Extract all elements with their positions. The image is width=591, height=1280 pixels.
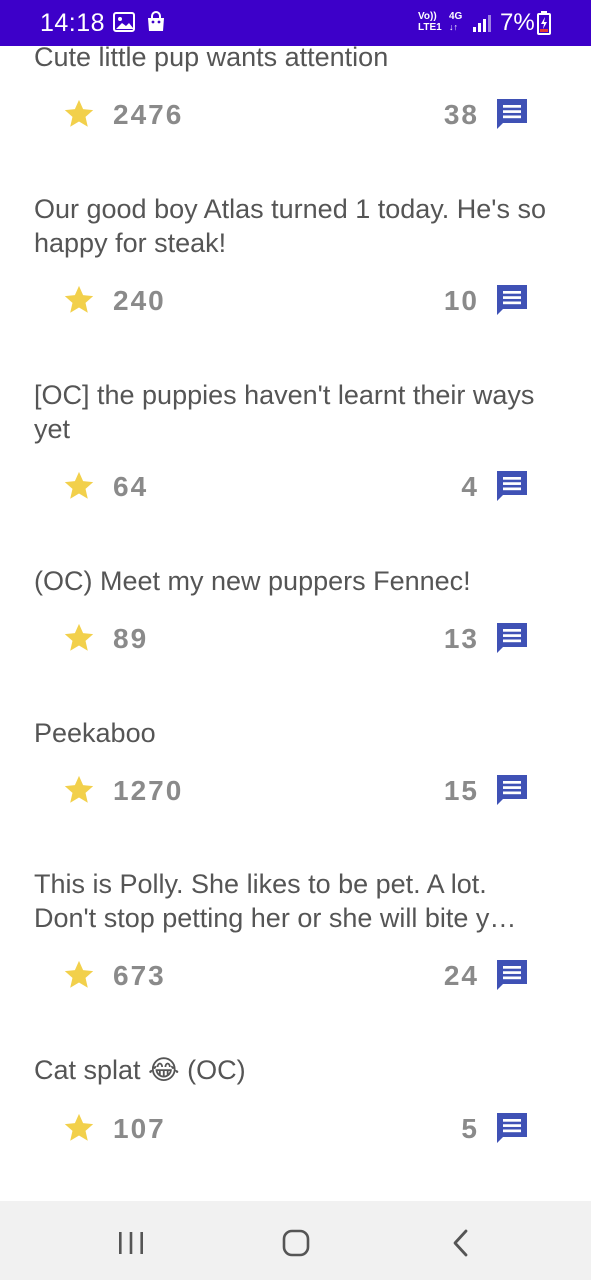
navigation-bar <box>0 1201 591 1280</box>
post-title[interactable]: Our good boy Atlas turned 1 today. He's … <box>34 192 554 260</box>
score: 107 <box>113 1113 166 1144</box>
signal-icon <box>472 13 494 38</box>
post-feed[interactable]: Cute little pup wants attention 2476 38 … <box>0 46 591 1201</box>
comment-icon[interactable] <box>494 1110 530 1146</box>
back-icon[interactable] <box>441 1223 481 1263</box>
comment-icon[interactable] <box>494 96 530 132</box>
post-title[interactable]: This is Polly. She likes to be pet. A lo… <box>34 867 554 935</box>
volte-indicator: Vo)) LTE1 <box>418 11 442 33</box>
star-icon[interactable] <box>62 621 96 655</box>
post-meta: 673 24 <box>0 958 591 998</box>
score: 64 <box>113 471 149 502</box>
post-meta: 64 4 <box>0 469 591 509</box>
comment-icon[interactable] <box>494 468 530 504</box>
score: 89 <box>113 623 149 654</box>
post-meta: 240 10 <box>0 283 591 323</box>
comment-count: 24 <box>443 960 479 991</box>
post-meta: 1270 15 <box>0 773 591 813</box>
star-icon[interactable] <box>62 97 96 131</box>
star-icon[interactable] <box>62 958 96 992</box>
status-bar: 14:18 Vo)) LTE1 4G ↓↑ 7% <box>0 0 591 46</box>
post-title[interactable]: Cat splat 😂 (OC) <box>34 1053 554 1087</box>
star-icon[interactable] <box>62 283 96 317</box>
score: 2476 <box>113 99 184 130</box>
comment-count: 15 <box>443 775 479 806</box>
post-title[interactable]: Peekaboo <box>34 716 554 750</box>
comment-count: 10 <box>443 285 479 316</box>
home-icon[interactable] <box>276 1223 316 1263</box>
post-title[interactable]: (OC) Meet my new puppers Fennec! <box>34 564 554 598</box>
comment-count: 4 <box>461 471 479 502</box>
recent-apps-icon[interactable] <box>111 1223 151 1263</box>
star-icon[interactable] <box>62 469 96 503</box>
comment-icon[interactable] <box>494 282 530 318</box>
status-time: 14:18 <box>40 9 106 37</box>
score: 673 <box>113 960 166 991</box>
comment-count: 5 <box>461 1113 479 1144</box>
comment-icon[interactable] <box>494 620 530 656</box>
comment-count: 13 <box>443 623 479 654</box>
star-icon[interactable] <box>62 773 96 807</box>
post-title[interactable]: Cute little pup wants attention <box>34 46 554 74</box>
battery-percentage: 7% <box>500 9 535 36</box>
gallery-icon <box>113 12 135 37</box>
comment-icon[interactable] <box>494 957 530 993</box>
comment-icon[interactable] <box>494 772 530 808</box>
post-meta: 89 13 <box>0 621 591 661</box>
network-type-indicator: 4G ↓↑ <box>449 11 463 32</box>
star-icon[interactable] <box>62 1111 96 1145</box>
post-meta: 2476 38 <box>0 97 591 137</box>
shopping-bag-icon <box>145 11 167 38</box>
post-meta: 107 5 <box>0 1111 591 1151</box>
post-title[interactable]: [OC] the puppies haven't learnt their wa… <box>34 378 554 446</box>
comment-count: 38 <box>443 99 479 130</box>
score: 1270 <box>113 775 184 806</box>
score: 240 <box>113 285 166 316</box>
battery-charging-icon <box>537 11 551 40</box>
